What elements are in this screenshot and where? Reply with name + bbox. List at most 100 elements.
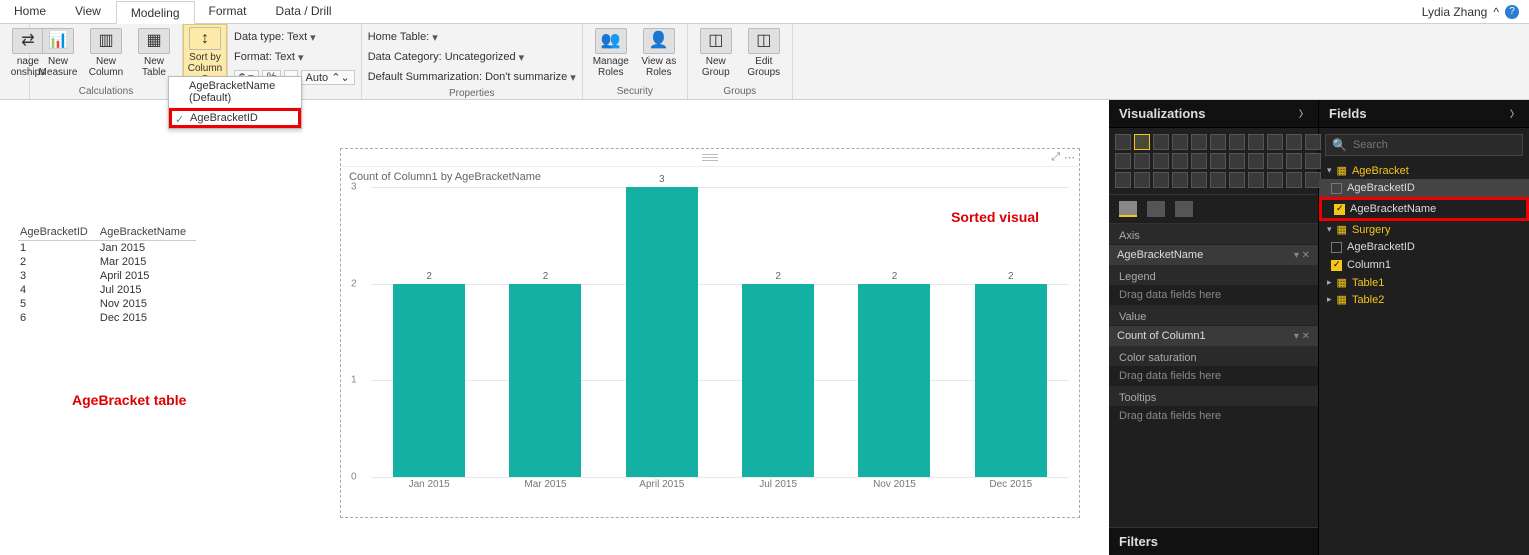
legend-well[interactable]: Drag data fields here <box>1109 285 1318 305</box>
table-row[interactable]: 6Dec 2015 <box>18 311 196 325</box>
viz-type-icon[interactable] <box>1134 153 1150 169</box>
sort-option-default[interactable]: AgeBracketName (Default) <box>169 77 301 108</box>
viz-type-icon[interactable] <box>1153 134 1169 150</box>
view-as-roles-button[interactable]: 👤View as Roles <box>637 26 681 80</box>
field-table-table2[interactable]: ▸ ▦ Table2 <box>1319 291 1529 308</box>
filters-header[interactable]: Filters <box>1109 527 1318 555</box>
table-icon: ▦ <box>1337 164 1347 177</box>
field-table-agebracket[interactable]: ▾ ▦ AgeBracket <box>1319 162 1529 179</box>
table-row[interactable]: 3April 2015 <box>18 269 196 283</box>
viz-type-icon[interactable] <box>1153 153 1169 169</box>
checkbox[interactable] <box>1331 242 1342 253</box>
chart-header[interactable]: ⤢ ⋯ <box>341 149 1079 167</box>
field-agebracketid[interactable]: AgeBracketID <box>1319 238 1529 256</box>
default-summarization-dropdown[interactable]: Default Summarization: Don't summarize ▾ <box>368 68 576 86</box>
checkbox[interactable] <box>1334 204 1345 215</box>
viz-type-icon[interactable] <box>1191 153 1207 169</box>
viz-type-icon[interactable] <box>1248 172 1264 188</box>
viz-type-icon[interactable] <box>1286 172 1302 188</box>
bar[interactable]: 2 <box>505 271 585 477</box>
field-table-surgery[interactable]: ▾ ▦ Surgery <box>1319 221 1529 238</box>
agebracket-table-visual[interactable]: AgeBracketID AgeBracketName 1Jan 20152Ma… <box>18 224 196 325</box>
viz-type-icon[interactable] <box>1267 134 1283 150</box>
viz-type-icon[interactable] <box>1172 153 1188 169</box>
home-table-dropdown[interactable]: Home Table: ▾ <box>368 28 576 46</box>
viz-type-icon[interactable] <box>1191 134 1207 150</box>
visualizations-header[interactable]: Visualizations 〉 <box>1109 100 1318 128</box>
table-row[interactable]: 5Nov 2015 <box>18 297 196 311</box>
analytics-well-tab[interactable] <box>1175 201 1193 217</box>
sort-option-agebracketid[interactable]: ✓ AgeBracketID <box>169 108 301 128</box>
user-area[interactable]: Lydia Zhang ^ ? <box>1412 0 1529 23</box>
drag-grip-icon[interactable] <box>702 154 718 162</box>
legend-well-label: Legend <box>1109 265 1318 285</box>
viz-type-icon[interactable] <box>1134 134 1150 150</box>
bar[interactable]: 3 <box>622 174 702 477</box>
viz-type-icon[interactable] <box>1267 172 1283 188</box>
checkbox[interactable] <box>1331 183 1342 194</box>
viz-type-icon[interactable] <box>1267 153 1283 169</box>
viz-type-icon[interactable] <box>1172 172 1188 188</box>
table-row[interactable]: 4Jul 2015 <box>18 283 196 297</box>
format-well-tab[interactable] <box>1147 201 1165 217</box>
field-table-table1[interactable]: ▸ ▦ Table1 <box>1319 274 1529 291</box>
axis-field[interactable]: AgeBracketName▾ ✕ <box>1109 244 1318 265</box>
bar[interactable]: 2 <box>389 271 469 477</box>
new-group-button[interactable]: ◫New Group <box>694 26 738 80</box>
viz-type-icon[interactable] <box>1134 172 1150 188</box>
viz-type-icon[interactable] <box>1210 153 1226 169</box>
fields-header[interactable]: Fields 〉 <box>1319 100 1529 128</box>
bar[interactable]: 2 <box>971 271 1051 477</box>
viz-type-icon[interactable] <box>1210 134 1226 150</box>
bar-chart-visual[interactable]: ⤢ ⋯ Count of Column1 by AgeBracketName 0… <box>340 148 1080 518</box>
calculations-label: Calculations <box>36 84 176 97</box>
viz-type-icon[interactable] <box>1191 172 1207 188</box>
tooltips-well[interactable]: Drag data fields here <box>1109 406 1318 426</box>
viz-type-icon[interactable] <box>1229 172 1245 188</box>
tab-home[interactable]: Home <box>0 0 61 23</box>
viz-type-icon[interactable] <box>1115 153 1131 169</box>
value-field[interactable]: Count of Column1▾ ✕ <box>1109 325 1318 346</box>
viz-type-icon[interactable] <box>1286 134 1302 150</box>
field-column1[interactable]: Column1 <box>1319 256 1529 274</box>
table-row[interactable]: 1Jan 2015 <box>18 241 196 256</box>
more-options-icon[interactable]: ⋯ <box>1064 151 1075 164</box>
viz-type-icon[interactable] <box>1229 134 1245 150</box>
format-dropdown[interactable]: Format: Text▾ <box>234 48 355 66</box>
bar-value-label: 3 <box>659 174 665 185</box>
new-table-button[interactable]: ▦New Table <box>132 26 176 80</box>
focus-mode-icon[interactable]: ⤢ <box>1051 151 1060 164</box>
viz-type-icon[interactable] <box>1286 153 1302 169</box>
help-icon[interactable]: ? <box>1505 5 1519 19</box>
viz-type-icon[interactable] <box>1229 153 1245 169</box>
colorsat-well[interactable]: Drag data fields here <box>1109 366 1318 386</box>
new-measure-button[interactable]: 📊New Measure <box>36 26 80 80</box>
bar[interactable]: 2 <box>738 271 818 477</box>
fields-search[interactable]: 🔍 <box>1325 134 1523 156</box>
fields-well-tab[interactable] <box>1119 201 1137 217</box>
auto-decimals[interactable]: Auto ⌃⌄ <box>301 70 355 85</box>
field-agebracketid[interactable]: AgeBracketID <box>1319 179 1529 197</box>
viz-type-icon[interactable] <box>1248 134 1264 150</box>
tab-format[interactable]: Format <box>195 0 262 23</box>
viz-type-icon[interactable] <box>1153 172 1169 188</box>
bar[interactable]: 2 <box>854 271 934 477</box>
viz-type-icon[interactable] <box>1115 134 1131 150</box>
viz-type-icon[interactable] <box>1115 172 1131 188</box>
manage-roles-button[interactable]: 👥Manage Roles <box>589 26 633 80</box>
field-agebracketname[interactable]: AgeBracketName <box>1319 197 1529 221</box>
viz-type-icon[interactable] <box>1210 172 1226 188</box>
new-column-button[interactable]: ▥New Column <box>84 26 128 80</box>
table-row[interactable]: 2Mar 2015 <box>18 255 196 269</box>
data-category-dropdown[interactable]: Data Category: Uncategorized ▾ <box>368 48 576 66</box>
edit-groups-button[interactable]: ◫Edit Groups <box>742 26 786 80</box>
tab-data-drill[interactable]: Data / Drill <box>262 0 347 23</box>
viz-type-icon[interactable] <box>1172 134 1188 150</box>
search-input[interactable] <box>1353 139 1516 151</box>
report-canvas[interactable]: AgeBracketID AgeBracketName 1Jan 20152Ma… <box>0 100 1109 555</box>
tab-view[interactable]: View <box>61 0 116 23</box>
viz-type-icon[interactable] <box>1248 153 1264 169</box>
data-type-dropdown[interactable]: Data type: Text▾ <box>234 28 355 46</box>
tab-modeling[interactable]: Modeling <box>116 1 195 24</box>
checkbox[interactable] <box>1331 260 1342 271</box>
